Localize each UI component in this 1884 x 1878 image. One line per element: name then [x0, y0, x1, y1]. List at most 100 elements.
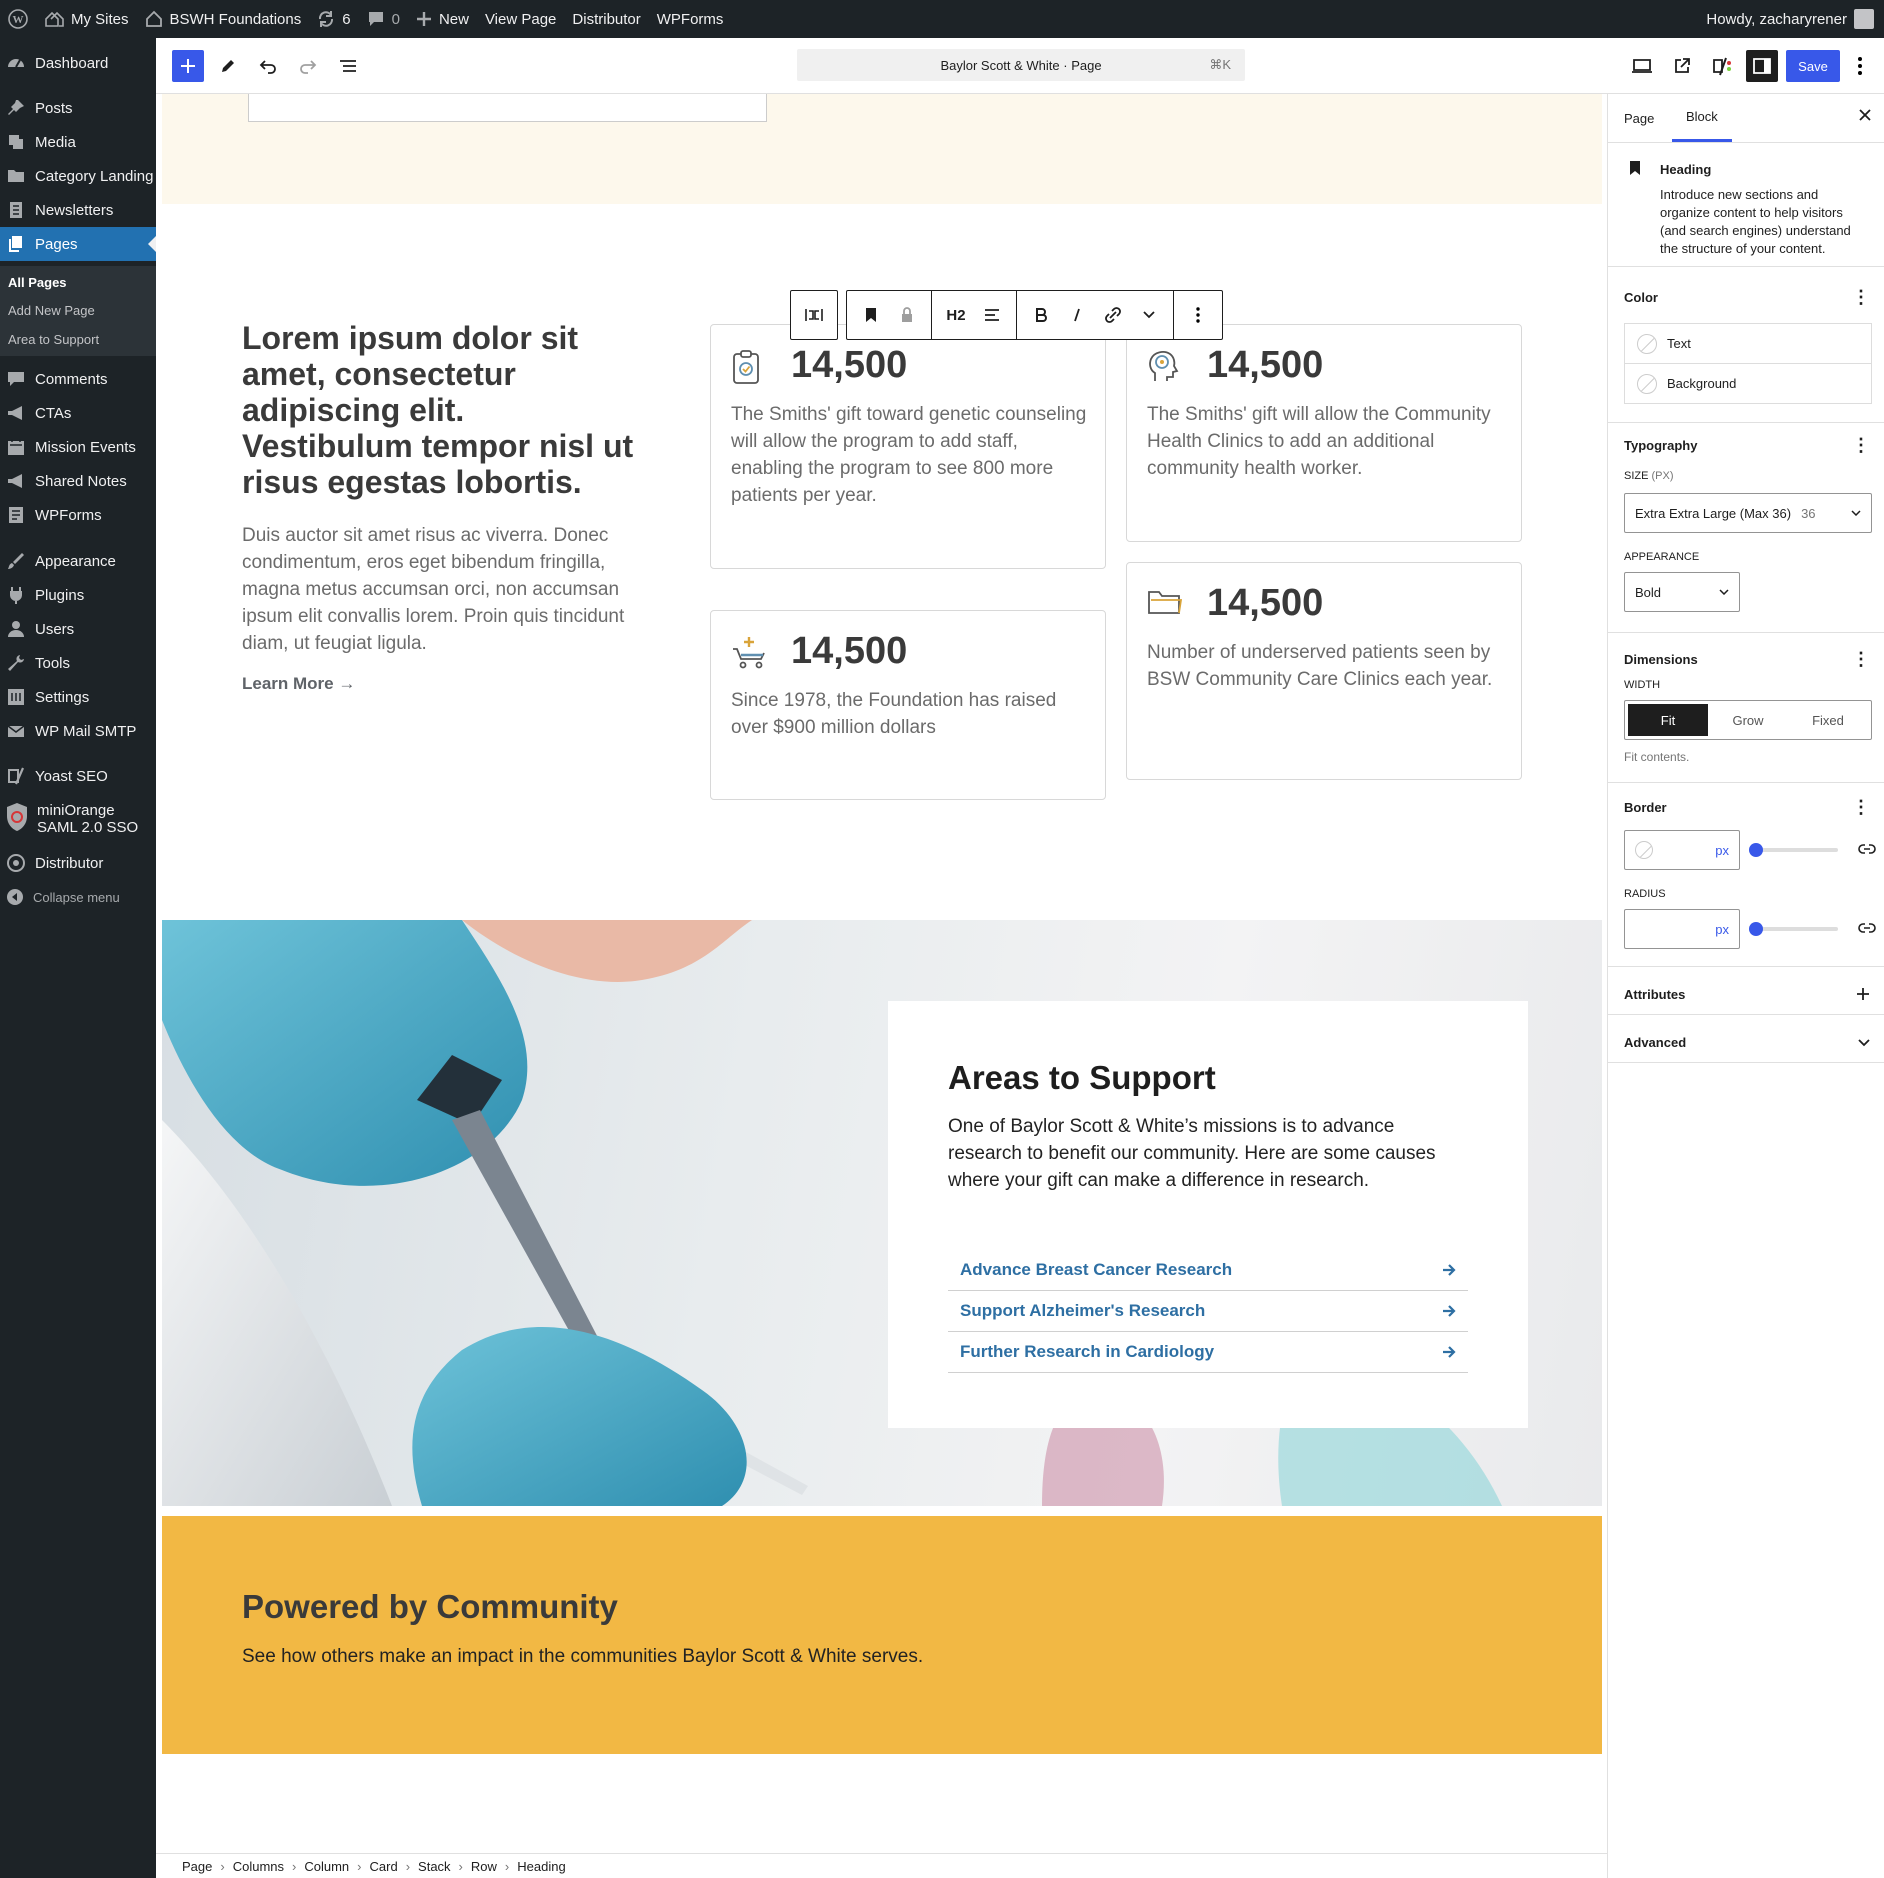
wpforms-menu[interactable]: WPForms	[649, 0, 732, 38]
align-button[interactable]	[974, 291, 1010, 339]
menu-item-newsletters[interactable]: Newsletters	[0, 195, 156, 225]
new-content-menu[interactable]: New	[408, 0, 477, 38]
areas-to-support-card[interactable]: Areas to Support One of Baylor Scott & W…	[888, 1001, 1528, 1428]
view-page-link[interactable]: View Page	[477, 0, 564, 38]
stat-card[interactable]: 14,500 The Smiths' gift will allow the C…	[1126, 324, 1522, 542]
heading-level-button[interactable]: H2	[938, 291, 974, 339]
link-sides-button[interactable]	[1858, 842, 1876, 856]
areas-to-support-text[interactable]: One of Baylor Scott & White’s missions i…	[948, 1113, 1448, 1194]
redo-button[interactable]	[292, 50, 324, 82]
stat-card[interactable]: 14,500 Number of underserved patients se…	[1126, 562, 1522, 780]
menu-item-settings[interactable]: Settings	[0, 682, 156, 712]
undo-button[interactable]	[252, 50, 284, 82]
radius-slider[interactable]	[1749, 922, 1838, 936]
community-heading[interactable]: Powered by Community	[242, 1588, 618, 1626]
yoast-button[interactable]	[1706, 50, 1738, 82]
site-name-menu[interactable]: BSWH Foundations	[137, 0, 310, 38]
editor-canvas[interactable]: Lorem ipsum dolor sit amet, consectetur …	[156, 94, 1607, 1853]
dimensions-options-button[interactable]: ⋮	[1852, 650, 1870, 668]
menu-item-users[interactable]: Users	[0, 614, 156, 644]
color-options-button[interactable]: ⋮	[1852, 288, 1870, 306]
tools-button[interactable]	[212, 50, 244, 82]
block-inserter-button[interactable]	[172, 50, 204, 82]
updates-menu[interactable]: 6	[309, 0, 358, 38]
wp-logo-button[interactable]: W	[0, 0, 36, 38]
distributor-menu[interactable]: Distributor	[564, 0, 648, 38]
border-width-slider[interactable]	[1749, 843, 1838, 857]
research-photo-section[interactable]: Areas to Support One of Baylor Scott & W…	[162, 920, 1602, 1506]
areas-to-support-heading[interactable]: Areas to Support	[948, 1059, 1216, 1097]
menu-item-pages[interactable]: Pages	[0, 227, 156, 261]
menu-item-wp-mail-smtp[interactable]: WP Mail SMTP	[0, 716, 156, 746]
my-sites-menu[interactable]: My Sites	[36, 0, 137, 38]
appearance-select[interactable]: Bold	[1624, 572, 1740, 612]
stat-value-heading[interactable]: 14,500	[791, 629, 907, 673]
breadcrumb-item[interactable]: Column	[304, 1859, 349, 1874]
stat-description[interactable]: Number of underserved patients seen by B…	[1147, 639, 1507, 693]
block-options-button[interactable]	[1180, 291, 1216, 339]
menu-item-shared-notes[interactable]: Shared Notes	[0, 466, 156, 496]
support-link-alzheimers[interactable]: Support Alzheimer's Research	[948, 1291, 1468, 1332]
stat-description[interactable]: Since 1978, the Foundation has raised ov…	[731, 687, 1091, 741]
menu-item-posts[interactable]: Posts	[0, 93, 156, 123]
menu-item-dashboard[interactable]: Dashboard	[0, 48, 156, 78]
breadcrumb-item[interactable]: Columns	[233, 1859, 284, 1874]
intro-text[interactable]: Duis auctor sit amet risus ac viverra. D…	[242, 522, 642, 657]
attributes-panel-title[interactable]: Attributes	[1624, 987, 1685, 1002]
block-type-button[interactable]	[853, 291, 889, 339]
stat-value-heading[interactable]: 14,500	[1207, 581, 1323, 625]
parent-block-selector[interactable]	[790, 290, 838, 340]
save-button[interactable]: Save	[1786, 50, 1840, 82]
menu-item-mission-events[interactable]: Mission Events	[0, 432, 156, 462]
previous-card[interactable]	[248, 94, 767, 122]
stat-description[interactable]: The Smiths' gift will allow the Communit…	[1147, 401, 1507, 482]
account-menu[interactable]: Howdy, zacharyrener	[1698, 0, 1884, 38]
lock-button[interactable]	[889, 291, 925, 339]
support-link-cardiology[interactable]: Further Research in Cardiology	[948, 1332, 1468, 1373]
menu-item-appearance[interactable]: Appearance	[0, 546, 156, 576]
menu-item-category-landing[interactable]: Category Landing	[0, 161, 156, 191]
view-button[interactable]	[1626, 50, 1658, 82]
border-color-swatch-icon[interactable]	[1635, 841, 1653, 859]
radius-input[interactable]: px	[1624, 909, 1740, 949]
menu-item-plugins[interactable]: Plugins	[0, 580, 156, 610]
stat-value-heading[interactable]: 14,500	[791, 343, 907, 387]
menu-item-comments[interactable]: Comments	[0, 364, 156, 394]
options-button[interactable]	[1844, 50, 1876, 82]
bold-button[interactable]	[1023, 291, 1059, 339]
stat-card[interactable]: 14,500 Since 1978, the Foundation has ra…	[710, 610, 1106, 800]
support-link-breast-cancer[interactable]: Advance Breast Cancer Research	[948, 1250, 1468, 1291]
width-option-fixed[interactable]: Fixed	[1788, 704, 1868, 736]
menu-item-ctas[interactable]: CTAs	[0, 398, 156, 428]
tab-block[interactable]: Block	[1672, 94, 1732, 142]
community-section[interactable]: Powered by Community See how others make…	[162, 1516, 1602, 1754]
width-option-fit[interactable]: Fit	[1628, 704, 1708, 736]
comments-menu[interactable]: 0	[359, 0, 408, 38]
breadcrumb-item[interactable]: Heading	[517, 1859, 565, 1874]
width-option-grow[interactable]: Grow	[1708, 704, 1788, 736]
add-attribute-button[interactable]	[1856, 987, 1870, 1001]
learn-more-link[interactable]: Learn More →	[242, 674, 355, 694]
breadcrumb-item[interactable]: Page	[182, 1859, 212, 1874]
advanced-toggle-button[interactable]	[1858, 1039, 1870, 1047]
preview-external-button[interactable]	[1666, 50, 1698, 82]
menu-item-distributor[interactable]: Distributor	[0, 848, 156, 878]
background-color-control[interactable]: Background	[1624, 363, 1872, 404]
border-width-input[interactable]: px	[1624, 830, 1740, 870]
submenu-area-to-support[interactable]: Area to Support	[8, 332, 99, 347]
stat-card[interactable]: 14,500 The Smiths' gift toward genetic c…	[710, 324, 1106, 569]
breadcrumb-item[interactable]: Row	[471, 1859, 497, 1874]
menu-item-tools[interactable]: Tools	[0, 648, 156, 678]
intro-heading[interactable]: Lorem ipsum dolor sit amet, consectetur …	[242, 320, 642, 500]
italic-button[interactable]	[1059, 291, 1095, 339]
typography-options-button[interactable]: ⋮	[1852, 436, 1870, 454]
submenu-add-new-page[interactable]: Add New Page	[8, 303, 95, 318]
breadcrumb-item[interactable]: Stack	[418, 1859, 451, 1874]
border-options-button[interactable]: ⋮	[1852, 798, 1870, 816]
menu-item-wpforms[interactable]: WPForms	[0, 500, 156, 530]
advanced-panel-title[interactable]: Advanced	[1624, 1035, 1686, 1050]
collapse-menu-button[interactable]: Collapse menu	[0, 882, 156, 912]
stat-description[interactable]: The Smiths' gift toward genetic counseli…	[731, 401, 1091, 509]
stat-value-heading[interactable]: 14,500	[1207, 343, 1323, 387]
settings-sidebar-button[interactable]	[1746, 50, 1778, 82]
